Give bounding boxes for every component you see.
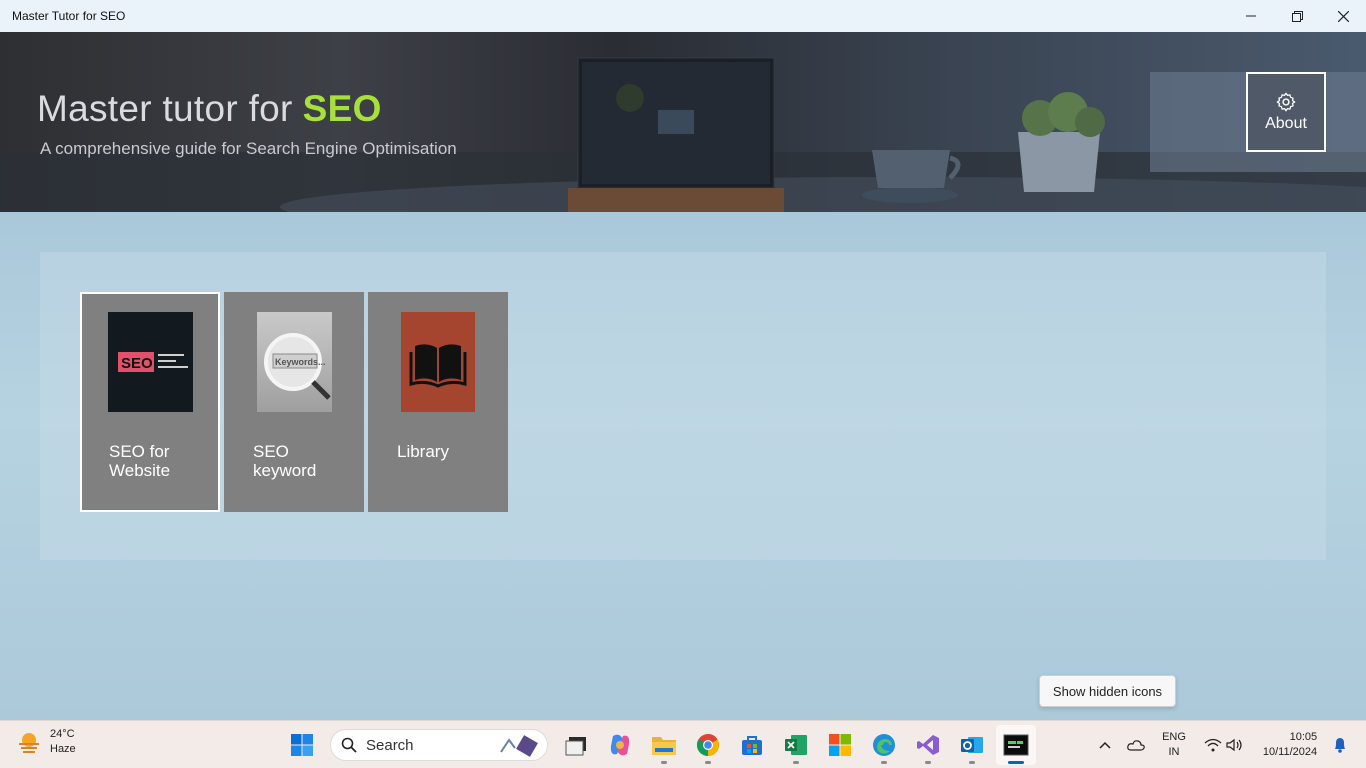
tile-seo-keyword[interactable]: Keywords... SEO keyword [224,292,364,512]
clock-date: 10/11/2024 [1262,746,1318,758]
taskbar-app-outlook[interactable] [952,725,992,765]
show-hidden-icons-button[interactable] [1091,721,1119,768]
search-label: Search [366,736,414,754]
minimize-icon [1246,15,1256,17]
seo-image: SEO [108,312,193,412]
terminal-icon [1003,734,1029,756]
wifi-icon [1204,738,1222,752]
window-title: Master Tutor for SEO [12,9,126,23]
close-button[interactable] [1320,0,1366,32]
taskbar-app-file-explorer[interactable] [644,725,684,765]
copilot-icon [610,734,630,756]
taskbar-app-file-manager[interactable] [556,725,596,765]
weather-widget[interactable]: 24°C Haze [16,727,76,757]
lang-line1: ENG [1162,731,1186,743]
tile-label: SEO for Website [109,442,209,480]
taskbar-app-edge[interactable] [864,725,904,765]
app-subtitle: A comprehensive guide for Search Engine … [40,139,457,158]
search-icon [341,737,357,753]
clock-time: 10:05 [1289,731,1318,743]
tile-seo-for-website[interactable]: SEO SEO for Website [80,292,220,512]
store-icon [742,736,762,755]
notifications-button[interactable] [1328,721,1352,768]
window-controls [1228,0,1366,32]
start-icon [291,734,313,756]
magnifier-keywords-image: Keywords... [257,312,332,412]
taskbar-center: Search [280,721,1038,768]
app-title-main: Master tutor for [37,88,293,129]
taskbar-app-visual-studio[interactable] [908,725,948,765]
network-volume-tray[interactable] [1200,721,1248,768]
tile-label: Library [397,442,497,461]
show-hidden-icons-tooltip: Show hidden icons [1039,675,1176,707]
edge-icon [873,734,895,756]
taskbar-app-microsoft[interactable] [820,725,860,765]
taskbar-search[interactable]: Search [330,729,548,761]
clock[interactable]: 10:05 10/11/2024 [1256,721,1324,768]
chrome-icon [697,734,719,756]
haze-sun-icon [19,733,39,753]
app-title: Master tutor for SEO [37,88,382,130]
seo-image-text: SEO [121,355,153,372]
restore-button[interactable] [1274,0,1320,32]
app-title-accent: SEO [302,88,382,129]
search-highlight-icon [500,735,538,757]
taskbar-app-chrome[interactable] [688,725,728,765]
outlook-icon [961,737,983,753]
tile-label: SEO keyword [253,442,353,480]
book-icon [401,312,475,412]
volume-icon [1226,738,1242,752]
tile-label-line2: keyword [253,461,317,480]
start-button[interactable] [282,725,322,765]
taskbar-app-store[interactable] [732,725,772,765]
bell-icon [1335,738,1345,753]
tile-library[interactable]: Library [368,292,508,512]
weather-temp: 24°C [50,728,75,740]
tiles-panel: SEO SEO for Website Keywords... SEO keyw… [40,252,1326,560]
language-indicator[interactable]: ENG IN [1158,721,1190,768]
weather-desc: Haze [50,743,76,755]
app-header: Master tutor for SEO A comprehensive guid… [0,32,1366,212]
cloud-icon [1127,740,1145,751]
keywords-image-text: Keywords... [275,357,326,367]
taskbar-app-excel[interactable] [776,725,816,765]
chevron-up-icon [1099,741,1111,749]
taskbar: 24°C Haze Search ENG IN 10:05 10/11/2024 [0,720,1366,768]
minimize-button[interactable] [1228,0,1274,32]
lang-line2: IN [1168,746,1180,758]
microsoft-icon [829,734,851,756]
tile-label-line2: Website [109,461,171,480]
about-label: About [1265,115,1307,132]
folder-icon [652,737,676,755]
main-content: SEO SEO for Website Keywords... SEO keyw… [0,212,1366,720]
tile-label-line1: Library [397,442,449,461]
taskbar-app-copilot[interactable] [600,725,640,765]
onedrive-tray[interactable] [1124,721,1148,768]
tile-label-line1: SEO [253,442,289,461]
taskbar-app-terminal[interactable] [996,725,1036,765]
visual-studio-icon [917,735,939,755]
restore-icon [1291,10,1303,22]
file-manager-icon [565,737,586,756]
excel-icon [785,735,807,755]
title-bar: Master Tutor for SEO [0,0,1366,32]
about-button[interactable]: About [1246,72,1326,152]
close-icon [1337,10,1349,22]
tile-label-line1: SEO for [109,442,170,461]
gear-icon [1276,92,1296,112]
